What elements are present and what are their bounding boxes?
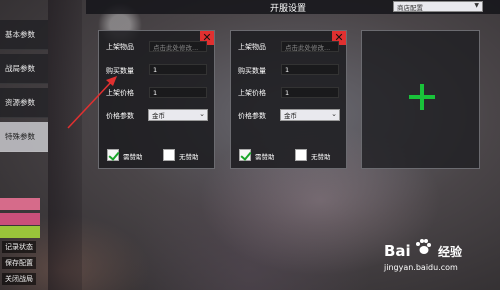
sidebar-item-special[interactable]: 特殊参数 [0,122,48,152]
price-param-select[interactable]: 金币 ⌄ [148,109,208,121]
qty-label: 购买数量 [106,67,134,75]
save-config-button[interactable]: 保存配置 [2,257,36,269]
param-label: 价格参数 [106,112,134,120]
plus-icon [409,84,435,110]
obscured-button [0,213,40,225]
no-assist-checkbox[interactable] [295,149,307,161]
sidebar-item-battle[interactable]: 战局参数 [0,54,48,84]
record-status-button[interactable]: 记录状态 [2,241,36,253]
sidebar-item-label: 资源参数 [5,98,35,107]
baidu-watermark: Bai 经验 jingyan.baidu.com [384,239,484,286]
price-label: 上架价格 [106,89,134,97]
sidebar-shadow [48,0,82,290]
obscured-button [0,198,40,210]
shop-item-panel: ✕ 上架物品 点击此处修改... 购买数量 1 上架价格 1 价格参数 金币 ⌄… [98,30,215,169]
price-param-select[interactable]: 金币 ⌄ [280,109,340,121]
close-battle-button[interactable]: 关闭战局 [2,273,36,285]
obscured-button [0,226,40,238]
config-type-select[interactable]: 商店配置 ▼ [393,1,483,12]
chevron-down-icon: ▼ [474,2,479,9]
watermark-brand: 经验 [438,245,463,259]
sidebar-item-resource[interactable]: 资源参数 [0,88,48,118]
page-title: 开服设置 [270,4,307,14]
price-input[interactable]: 1 [281,87,339,98]
watermark-url: jingyan.baidu.com [384,263,458,272]
config-type-value: 商店配置 [397,3,423,12]
no-assist-label: 无赞助 [311,153,331,161]
chevron-down-icon: ⌄ [331,110,337,118]
chevron-down-icon: ⌄ [199,110,205,118]
need-assist-label: 需赞助 [123,153,143,161]
sidebar-item-label: 战局参数 [5,64,35,73]
qty-label: 购买数量 [238,67,266,75]
qty-input[interactable]: 1 [149,64,207,75]
sidebar-item-label: 基本参数 [5,30,35,39]
param-label: 价格参数 [238,112,266,120]
no-assist-label: 无赞助 [179,153,199,161]
price-label: 上架价格 [238,89,266,97]
no-assist-checkbox[interactable] [163,149,175,161]
need-assist-checkbox[interactable] [239,149,251,161]
item-input[interactable]: 点击此处修改... [281,41,339,52]
left-sidebar: 基本参数 战局参数 资源参数 特殊参数 [0,20,48,170]
need-assist-checkbox[interactable] [107,149,119,161]
shop-item-panel: ✕ 上架物品 点击此处修改... 购买数量 1 上架价格 1 价格参数 金币 ⌄… [230,30,347,169]
qty-input[interactable]: 1 [281,64,339,75]
add-item-panel[interactable] [361,30,480,169]
watermark-logo: Bai [384,242,411,260]
price-param-value: 金币 [152,112,165,120]
paw-icon [416,239,431,254]
item-input[interactable]: 点击此处修改... [149,41,207,52]
sidebar-item-label: 特殊参数 [5,132,35,141]
need-assist-label: 需赞助 [255,153,275,161]
item-label: 上架物品 [238,43,266,51]
item-label: 上架物品 [106,43,134,51]
sidebar-item-basic[interactable]: 基本参数 [0,20,48,50]
price-param-value: 金币 [284,112,297,120]
price-input[interactable]: 1 [149,87,207,98]
